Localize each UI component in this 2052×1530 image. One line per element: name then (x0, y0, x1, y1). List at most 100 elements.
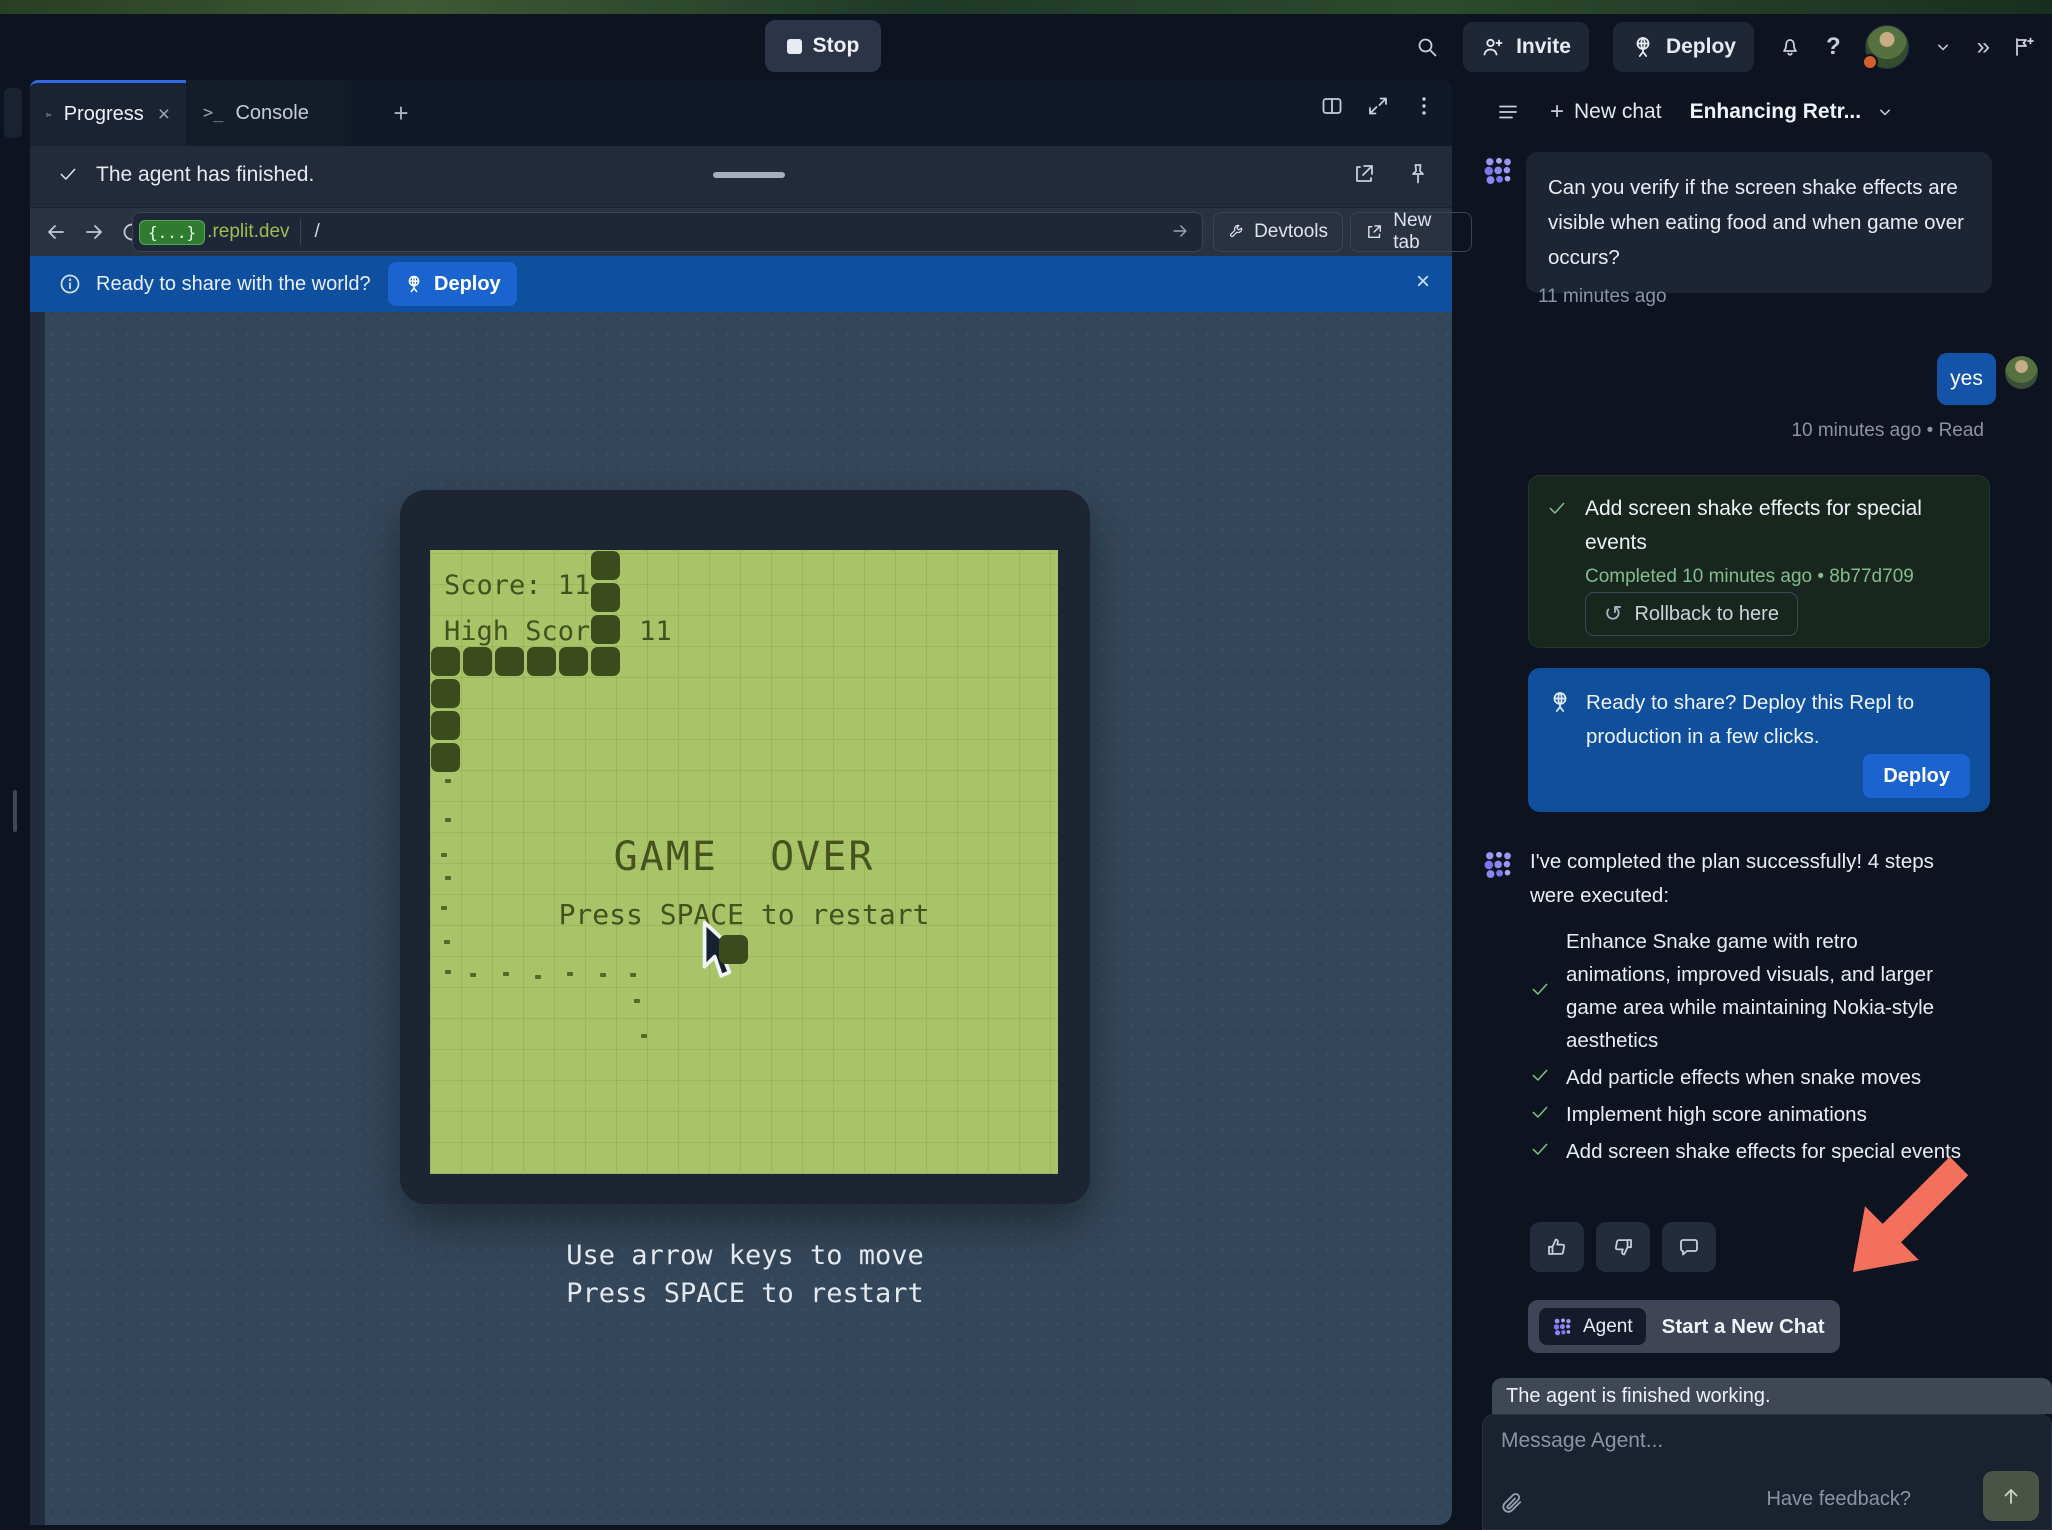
particle-effect (630, 973, 636, 977)
chevron-down-icon[interactable] (1933, 37, 1953, 57)
game-instructions: Use arrow keys to move Press SPACE to re… (400, 1237, 1090, 1313)
chat-title[interactable]: Enhancing Retr... (1690, 100, 1862, 124)
comment-icon[interactable] (1662, 1222, 1716, 1272)
url-path: / (315, 221, 320, 243)
go-arrow-icon[interactable] (1170, 221, 1190, 241)
user-avatar (2005, 356, 2038, 389)
start-new-chat-button[interactable]: Agent Start a New Chat (1528, 1300, 1840, 1353)
particle-effect (503, 972, 509, 976)
agent-finished-text: The agent is finished working. (1506, 1385, 1771, 1408)
check-icon (1530, 1065, 1552, 1090)
new-chat-button[interactable]: + New chat (1550, 98, 1662, 126)
particle-effect (634, 999, 640, 1003)
chevron-down-icon[interactable] (1875, 102, 1895, 122)
split-pane-icon[interactable] (1320, 94, 1344, 118)
deploy-globe-icon (404, 274, 424, 294)
banner-deploy-label: Deploy (434, 273, 501, 296)
agent-status-bar: The agent has finished. (30, 146, 1452, 208)
popout-icon[interactable] (1352, 162, 1376, 186)
tab-progress[interactable]: Progress × (30, 80, 186, 146)
avatar[interactable] (1865, 25, 1909, 69)
feedback-link[interactable]: Have feedback? (1766, 1488, 1911, 1511)
deploy-card-text: Ready to share? Deploy this Repl to prod… (1586, 686, 1956, 754)
paperclip-icon[interactable] (1499, 1491, 1523, 1515)
bell-icon[interactable] (1778, 35, 1802, 59)
collapse-panel-icon[interactable]: » (1977, 33, 1988, 61)
invite-button[interactable]: Invite (1463, 22, 1589, 72)
message-timestamp: 11 minutes ago (1538, 286, 1667, 308)
rail-scrollbar[interactable] (13, 790, 17, 832)
plus-icon: + (1550, 98, 1564, 126)
agent-logo-icon (1482, 154, 1516, 188)
search-icon[interactable] (1415, 35, 1439, 59)
preview-left-edge (30, 312, 45, 1525)
snake-segment (559, 647, 588, 676)
tab-progress-label: Progress (64, 103, 144, 126)
new-tab-label: New tab (1393, 210, 1457, 254)
expand-icon[interactable] (1366, 94, 1390, 118)
snake-segment (431, 679, 460, 708)
thumbs-up-icon[interactable] (1530, 1222, 1584, 1272)
particle-effect (445, 779, 451, 783)
desktop-wallpaper-strip (0, 0, 2052, 14)
kebab-icon[interactable] (1412, 94, 1436, 118)
stop-icon (787, 39, 802, 54)
check-icon (1530, 979, 1552, 1004)
avatar-status-badge (1862, 54, 1878, 70)
message-input[interactable] (1501, 1429, 1931, 1453)
banner-deploy-button[interactable]: Deploy (388, 262, 517, 306)
user-message-meta: 10 minutes ago • Read (1791, 420, 1984, 442)
game-screen[interactable]: Score: 11 High Score: 11 GAME OVER Press… (430, 550, 1058, 1174)
banner-message: Ready to share with the world? (96, 273, 371, 296)
message-actions (1530, 1222, 1716, 1272)
open-new-tab-button[interactable]: New tab (1350, 212, 1472, 252)
plan-item-text: Enhance Snake game with retro animations… (1566, 925, 1966, 1057)
list-icon[interactable] (1496, 100, 1520, 124)
deploy-label: Deploy (1666, 35, 1736, 59)
devtools-label: Devtools (1254, 221, 1328, 243)
deploy-button[interactable]: Deploy (1613, 22, 1754, 72)
forward-icon[interactable] (82, 220, 106, 244)
rollback-icon: ↺ (1604, 601, 1622, 627)
help-icon[interactable]: ? (1826, 33, 1841, 61)
snake-segment (591, 647, 620, 676)
check-icon (1547, 498, 1567, 523)
external-link-icon (1365, 222, 1383, 242)
new-tab-button[interactable]: + (382, 94, 420, 132)
flag-plus-icon[interactable] (2012, 35, 2036, 59)
snake-segment (527, 647, 556, 676)
completed-task-card: Add screen shake effects for special eve… (1528, 475, 1990, 648)
check-icon (58, 164, 78, 189)
stop-button[interactable]: Stop (765, 20, 881, 72)
agent-message: Can you verify if the screen shake effec… (1526, 152, 1992, 293)
url-badge: {...} (139, 220, 205, 245)
task-meta: Completed 10 minutes ago • 8b77d709 (1585, 566, 1969, 588)
rollback-button[interactable]: ↺ Rollback to here (1585, 592, 1798, 636)
deploy-card-button[interactable]: Deploy (1863, 754, 1970, 798)
collapsed-sidebar-stub[interactable] (4, 88, 22, 138)
drag-handle[interactable] (713, 172, 785, 178)
snake-segment (495, 647, 524, 676)
tab-console[interactable]: >_ Console (187, 80, 345, 146)
back-icon[interactable] (44, 220, 68, 244)
deploy-banner: Ready to share with the world? Deploy × (30, 256, 1452, 312)
banner-close-icon[interactable]: × (1416, 268, 1430, 296)
close-icon[interactable]: × (158, 103, 170, 127)
thumbs-down-icon[interactable] (1596, 1222, 1650, 1272)
url-bar[interactable]: {...} .replit.dev / (132, 212, 1203, 252)
plan-item: Enhance Snake game with retro animations… (1530, 925, 1980, 1057)
particle-effect (567, 972, 573, 976)
particle-effect (600, 973, 606, 977)
plan-item: Implement high score animations (1530, 1098, 1980, 1131)
info-icon (58, 272, 82, 296)
stop-label: Stop (813, 34, 860, 58)
particle-effect (641, 1034, 647, 1038)
pin-icon[interactable] (1406, 162, 1430, 186)
agent-chat-panel: + New chat Enhancing Retr... Can you ver… (1478, 80, 2052, 1530)
devtools-button[interactable]: Devtools (1213, 212, 1343, 252)
plan-item-text: Add particle effects when snake moves (1566, 1061, 1966, 1094)
deploy-promo-card: Ready to share? Deploy this Repl to prod… (1528, 668, 1990, 812)
deploy-globe-icon (1631, 35, 1655, 59)
particle-effect (445, 876, 451, 880)
send-button[interactable] (1983, 1471, 2039, 1521)
